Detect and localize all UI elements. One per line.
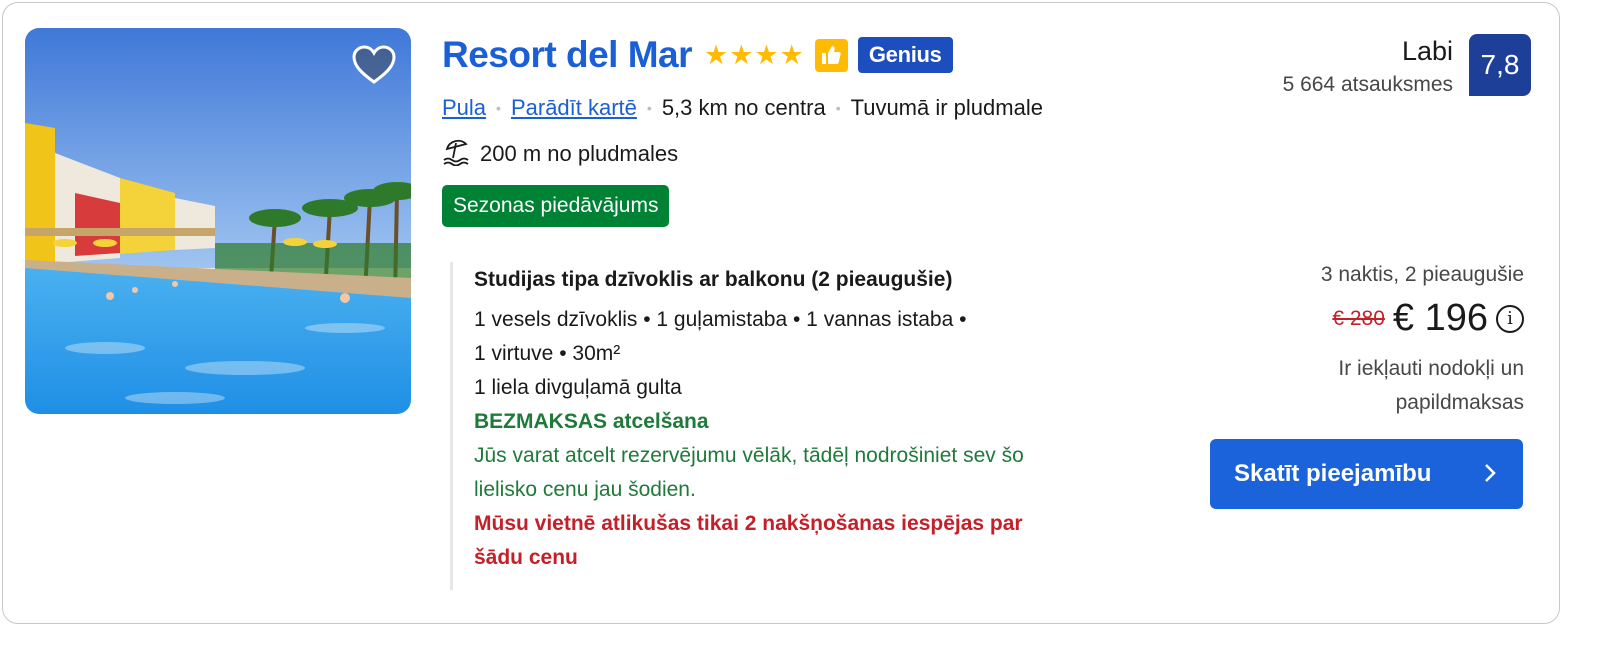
beach-umbrella-icon <box>442 136 472 172</box>
deal-badge: Sezonas piedāvājums <box>442 185 670 227</box>
thumbs-up-icon <box>814 38 848 72</box>
title-row: Resort del Mar ★★★★ Genius <box>442 34 953 76</box>
favorite-heart-icon[interactable] <box>350 42 398 90</box>
cancellation-note-cont: lielisko cenu jau šodien. <box>474 478 696 501</box>
genius-badge: Genius <box>857 37 953 73</box>
see-availability-button[interactable]: Skatīt pieejamību <box>1210 439 1523 509</box>
tax-note-line: papildmaksas <box>1395 391 1524 414</box>
review-count: 5 664 atsauksmes <box>1282 73 1453 96</box>
scarcity-message: Mūsu vietnē atlikušas tikai 2 nakšņošana… <box>474 512 1023 535</box>
review-score-badge[interactable]: 7,8 <box>1469 34 1531 96</box>
location-row: Pula • Parādīt kartē • 5,3 km no centra … <box>442 95 1043 121</box>
hotel-name-link[interactable]: Resort del Mar <box>442 34 693 76</box>
tax-note: Ir iekļauti nodokļi un papildmaksas <box>1164 352 1524 420</box>
rating-word: Labi <box>1401 36 1453 66</box>
room-features-cont: 1 virtuve • 30m² <box>474 342 621 365</box>
current-price: € 196 <box>1392 297 1488 339</box>
free-cancellation: BEZMAKSAS atcelšana <box>474 410 709 433</box>
info-icon[interactable]: i <box>1496 304 1524 333</box>
room-features: 1 vesels dzīvoklis • 1 guļamistaba • 1 v… <box>474 308 967 331</box>
original-price: € 280 <box>1332 306 1385 330</box>
beach-nearby-text: Tuvumā ir pludmale <box>850 95 1043 120</box>
city-link[interactable]: Pula <box>442 95 486 121</box>
see-availability-label: Skatīt pieejamību <box>1234 460 1432 487</box>
tax-note-line: Ir iekļauti nodokļi un <box>1338 357 1524 380</box>
separator-dot: • <box>835 100 841 116</box>
bed-type: 1 liela divguļamā gulta <box>474 376 682 399</box>
scarcity-message-cont: šādu cenu <box>474 546 578 569</box>
room-title: Studijas tipa dzīvoklis ar balkonu (2 pi… <box>474 268 953 291</box>
separator-dot: • <box>646 100 652 116</box>
chevron-right-icon <box>1483 461 1497 492</box>
distance-text: 5,3 km no centra <box>661 95 826 120</box>
stay-summary: 3 naktis, 2 pieaugušie <box>1320 263 1524 286</box>
show-map-link[interactable]: Parādīt kartē <box>511 95 637 121</box>
beach-distance-row: 200 m no pludmales <box>442 136 678 172</box>
beach-distance-text: 200 m no pludmales <box>480 141 679 166</box>
cancellation-note: Jūs varat atcelt rezervējumu vēlāk, tādē… <box>474 444 1024 467</box>
star-rating: ★★★★ <box>704 39 805 70</box>
room-details: Studijas tipa dzīvoklis ar balkonu (2 pi… <box>450 262 1130 590</box>
separator-dot: • <box>496 100 501 116</box>
price-block: 3 naktis, 2 pieaugušie € 280 € 196 i Ir … <box>1164 263 1524 420</box>
review-summary[interactable]: Labi 5 664 atsauksmes <box>1283 36 1453 97</box>
